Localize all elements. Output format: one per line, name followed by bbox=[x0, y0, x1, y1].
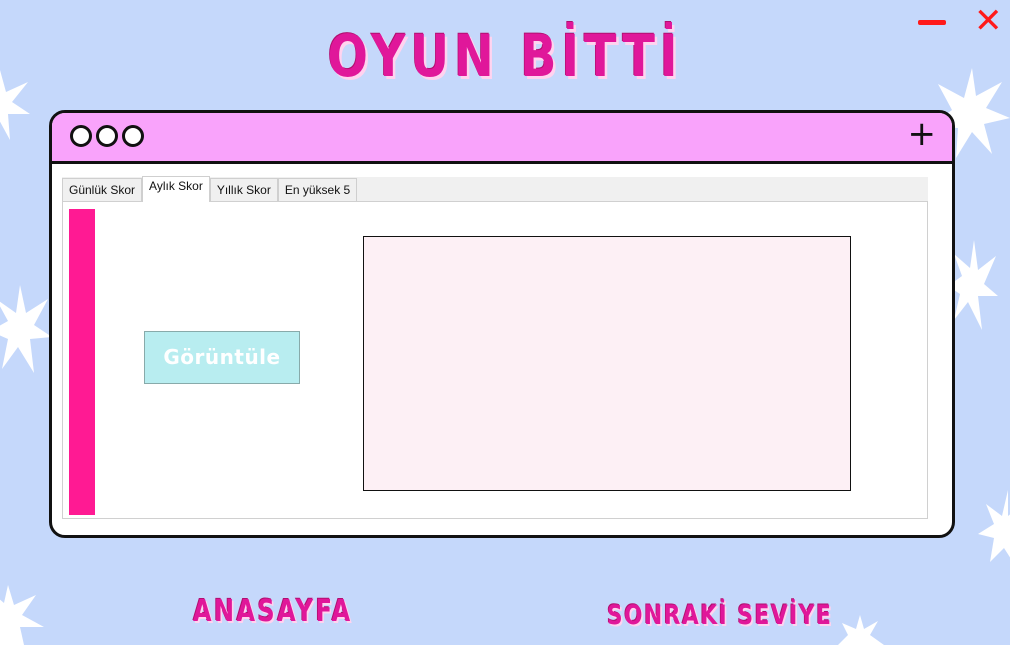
window-titlebar: + bbox=[52, 113, 952, 164]
starburst-decoration bbox=[0, 285, 52, 373]
starburst-decoration bbox=[838, 615, 884, 645]
tab-top-5[interactable]: En yüksek 5 bbox=[277, 178, 358, 201]
starburst-decoration bbox=[948, 240, 998, 330]
score-window: + Günlük Skor Aylık Skor Yıllık Skor En … bbox=[49, 110, 955, 538]
circle-icon bbox=[96, 125, 118, 147]
minimize-button[interactable] bbox=[918, 20, 946, 25]
circle-icon bbox=[70, 125, 92, 147]
circle-icon bbox=[122, 125, 144, 147]
tab-yearly-score[interactable]: Yıllık Skor bbox=[209, 178, 278, 201]
starburst-decoration bbox=[0, 70, 30, 140]
tab-daily-score[interactable]: Günlük Skor bbox=[62, 178, 143, 201]
page-title: OYUN BİTTİ bbox=[327, 22, 683, 90]
tab-strip: Günlük Skor Aylık Skor Yıllık Skor En yü… bbox=[62, 176, 928, 202]
close-button[interactable]: ✕ bbox=[974, 4, 1003, 38]
window-dots bbox=[70, 125, 144, 147]
view-button[interactable]: Görüntüle bbox=[144, 331, 300, 384]
tab-control: Günlük Skor Aylık Skor Yıllık Skor En yü… bbox=[62, 176, 928, 519]
score-list-panel[interactable] bbox=[363, 236, 851, 491]
home-button[interactable]: ANASAYFA bbox=[193, 594, 353, 629]
side-accent-bar bbox=[69, 209, 95, 515]
plus-icon: + bbox=[907, 114, 937, 154]
tab-monthly-score[interactable]: Aylık Skor bbox=[142, 176, 210, 202]
starburst-decoration bbox=[0, 585, 44, 645]
next-level-button[interactable]: SONRAKİ SEVİYE bbox=[607, 600, 833, 631]
starburst-decoration bbox=[978, 490, 1010, 562]
